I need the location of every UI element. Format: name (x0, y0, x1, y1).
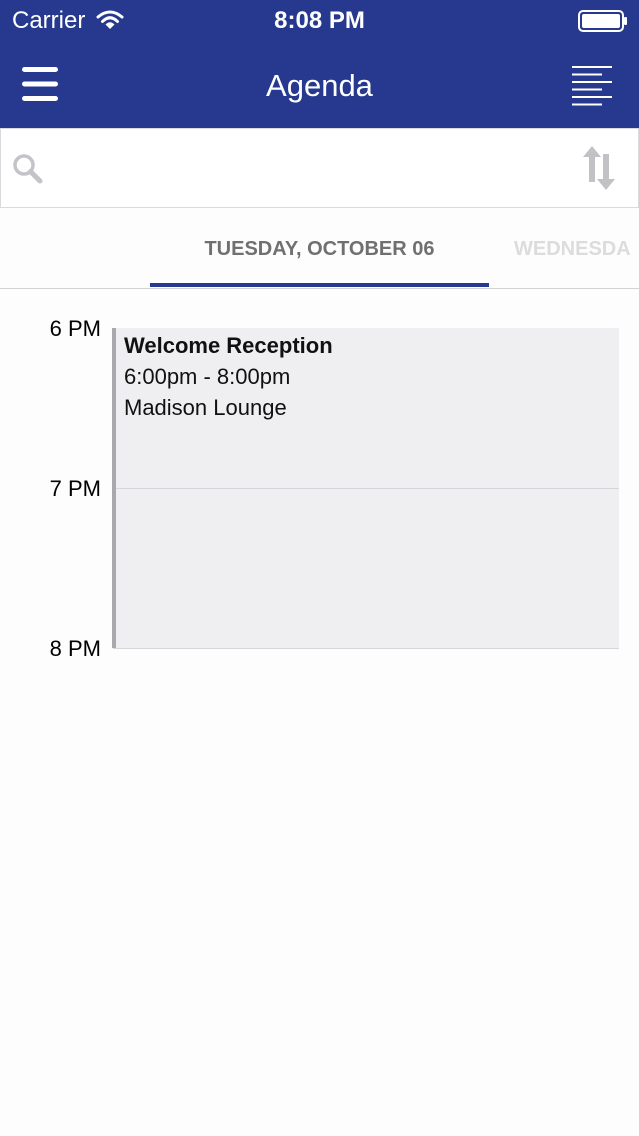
status-time: 8:08 PM (274, 7, 365, 34)
event-welcome-reception[interactable]: Welcome Reception 6:00pm - 8:00pm Madiso… (112, 328, 619, 648)
status-bar: Carrier 8:08 PM (0, 0, 639, 42)
navigation-bar: Carrier 8:08 PM Agenda (0, 0, 639, 128)
list-view-button[interactable] (566, 62, 618, 108)
hour-label-6pm: 6 PM (49, 316, 101, 341)
active-tab-indicator (150, 283, 489, 287)
tab-wednesday[interactable]: WEDNESDA (514, 236, 631, 262)
hour-label-8pm: 8 PM (49, 636, 101, 661)
hour-label-7pm: 7 PM (49, 476, 101, 501)
sort-button[interactable] (578, 142, 620, 194)
sort-icon (583, 146, 615, 190)
tab-tuesday[interactable]: TUESDAY, OCTOBER 06 (150, 236, 489, 262)
page-title: Agenda (266, 68, 373, 103)
search-input[interactable] (53, 147, 557, 191)
event-location: Madison Lounge (124, 395, 287, 420)
search-icon (13, 154, 43, 184)
battery-icon (578, 10, 627, 32)
hour-line (113, 648, 619, 649)
list-icon (572, 66, 612, 106)
search-bar (0, 128, 639, 208)
day-tabs: TUESDAY, OCTOBER 06 WEDNESDA (0, 208, 639, 289)
hour-line (116, 488, 619, 489)
event-title: Welcome Reception (124, 333, 333, 358)
event-time: 6:00pm - 8:00pm (124, 364, 291, 389)
